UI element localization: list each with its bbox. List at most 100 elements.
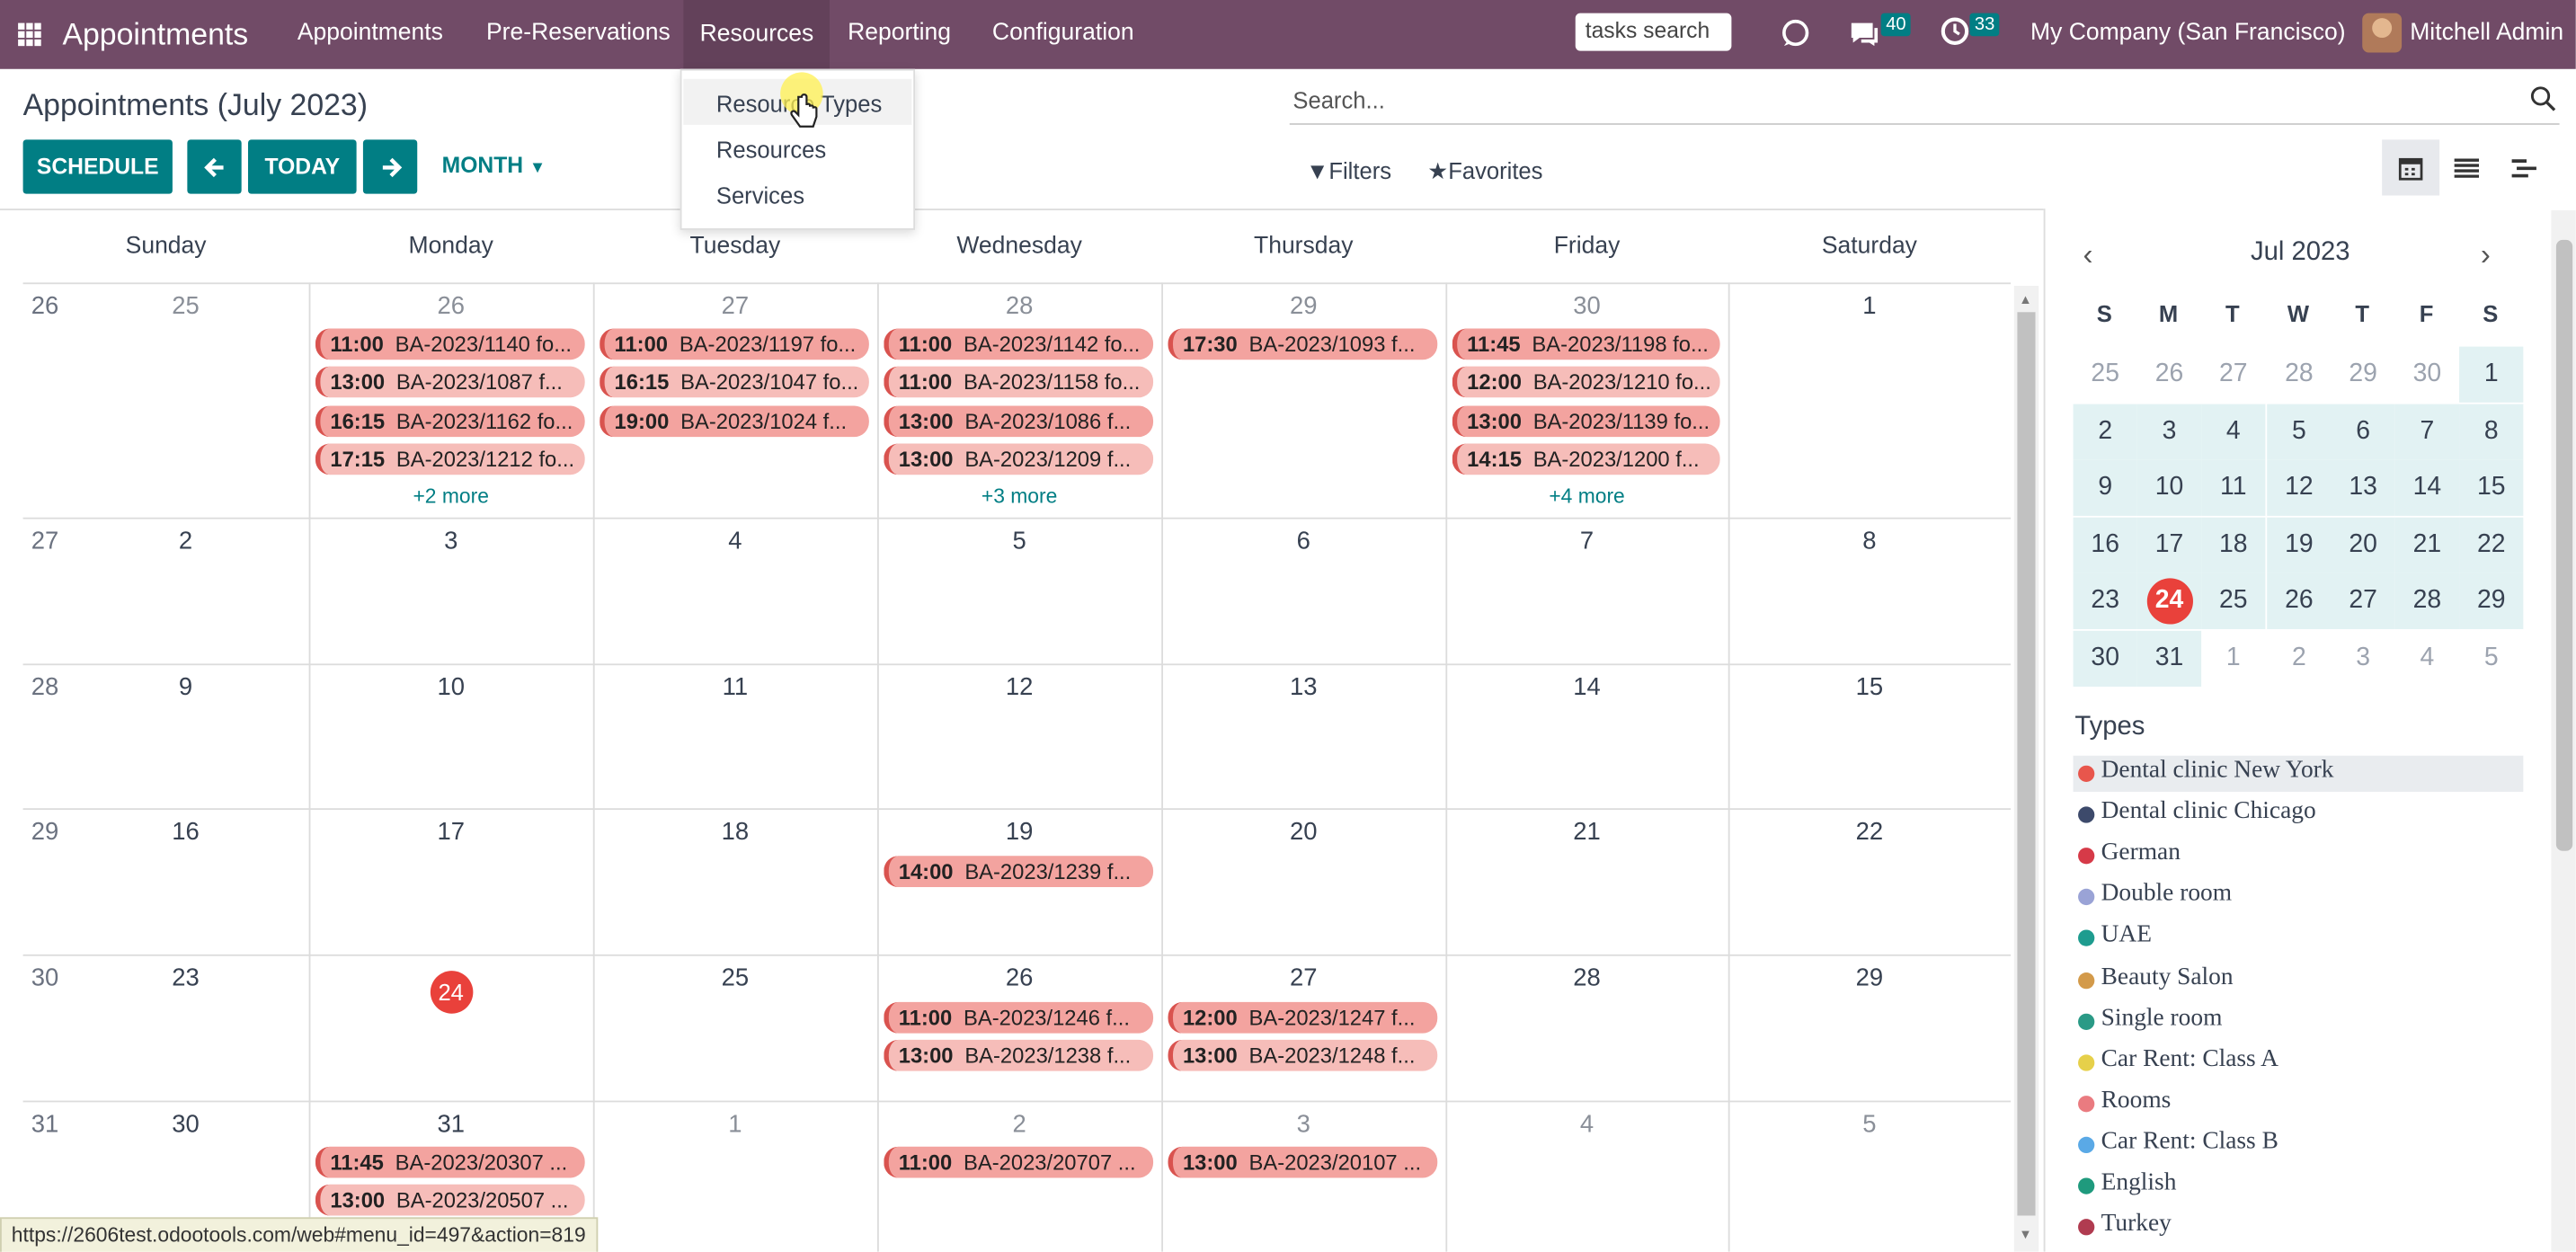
calendar-event[interactable]: 13:00 BA-2023/20507 ... [315,1185,585,1217]
mini-day[interactable]: 1 [2201,631,2265,687]
list-view-button[interactable] [2438,139,2495,195]
type-filter-item[interactable]: Single room [2074,1003,2524,1039]
mini-day[interactable]: 26 [2137,347,2201,403]
day-number[interactable]: 1 [1845,292,1895,320]
mini-day[interactable]: 2 [2073,403,2137,460]
menu-pre-reservations[interactable]: Pre-Reservations [486,20,671,46]
mini-day[interactable]: 5 [2459,631,2523,687]
day-number[interactable]: 2 [161,528,210,555]
scroll-up-arrow-icon[interactable]: ▲ [2019,292,2031,306]
calendar-view-button[interactable] [2382,139,2440,196]
mini-day[interactable]: 10 [2136,460,2202,517]
day-number[interactable]: 9 [161,673,210,701]
tasks-search-input[interactable]: tasks search [1575,13,1732,51]
calendar-event[interactable]: 11:00 BA-2023/1246 f... [884,1001,1154,1034]
scale-dropdown[interactable]: MONTH ▼ [442,153,546,177]
mini-day[interactable]: 28 [2394,573,2460,630]
mini-day[interactable]: 4 [2201,403,2266,460]
calendar-scroll-thumb[interactable] [2017,312,2036,1216]
mini-day[interactable]: 27 [2331,573,2395,630]
mini-day[interactable]: 6 [2331,403,2395,460]
more-events-link[interactable]: +4 more [1521,484,1652,508]
calendar-event[interactable]: 12:00 BA-2023/1210 fo... [1452,367,1720,398]
day-number[interactable]: 15 [1845,673,1895,701]
day-number[interactable]: 4 [710,528,759,555]
gantt-view-button[interactable] [2495,139,2553,195]
day-number[interactable]: 30 [1562,292,1612,320]
calendar-event[interactable]: 11:00 BA-2023/1142 fo... [884,328,1154,360]
search-input[interactable]: Search... [1292,87,1384,113]
favorites-toggle[interactable]: ★Favorites [1427,157,1542,185]
dropdown-item-resources[interactable]: Resources [716,137,826,163]
previous-button[interactable] [187,139,242,194]
user-avatar[interactable] [2362,13,2403,53]
mini-day[interactable]: 30 [2073,630,2137,687]
menu-appointments[interactable]: Appointments [298,20,443,46]
calendar-event[interactable]: 14:15 BA-2023/1200 f... [1452,443,1720,475]
user-menu[interactable]: Mitchell Admin [2410,20,2563,46]
mini-day[interactable]: 31 [2136,630,2202,687]
day-number[interactable]: 27 [710,292,759,320]
mini-day-today[interactable]: 24 [2136,573,2202,630]
mini-day[interactable]: 3 [2136,403,2202,460]
today-marker[interactable]: 24 [429,971,473,1014]
menu-resources[interactable]: Resources [683,0,831,69]
mini-day[interactable]: 30 [2395,347,2459,403]
calendar-event[interactable]: 11:00 BA-2023/1158 fo... [884,367,1154,398]
day-number[interactable]: 13 [1279,673,1328,701]
day-number[interactable]: 7 [1562,528,1612,555]
mini-day[interactable]: 15 [2459,460,2524,517]
calendar-event[interactable]: 11:00 BA-2023/20707 ... [884,1146,1154,1178]
mini-day[interactable]: 22 [2459,517,2524,573]
mini-day[interactable]: 23 [2073,573,2137,630]
more-events-link[interactable]: +2 more [386,484,517,508]
search-icon[interactable] [2530,85,2556,111]
day-number[interactable]: 27 [1279,964,1328,992]
next-button[interactable] [362,139,418,194]
calendar-event[interactable]: 17:30 BA-2023/1093 f... [1168,328,1438,360]
calendar-event[interactable]: 11:00 BA-2023/1140 fo... [315,328,585,360]
day-number[interactable]: 17 [426,818,475,846]
menu-reporting[interactable]: Reporting [848,20,951,46]
mini-day[interactable]: 19 [2267,517,2332,573]
day-number[interactable]: 18 [710,818,759,846]
calendar-event[interactable]: 14:00 BA-2023/1239 f... [884,856,1154,887]
search-bar[interactable] [1289,79,2560,125]
side-scroll-thumb[interactable] [2555,239,2573,851]
calendar-event[interactable]: 16:15 BA-2023/1047 fo... [600,367,869,398]
day-number[interactable]: 28 [995,292,1044,320]
mini-day[interactable]: 21 [2394,517,2460,573]
mini-next-month-icon[interactable]: › [2481,238,2491,272]
more-events-link[interactable]: +3 more [954,484,1085,508]
day-number[interactable]: 29 [1845,964,1895,992]
mini-day[interactable]: 26 [2267,573,2332,630]
voip-icon[interactable] [1779,16,1812,49]
day-number[interactable]: 3 [426,528,475,555]
mini-day[interactable]: 9 [2073,460,2137,517]
mini-day[interactable]: 12 [2267,460,2332,517]
scroll-down-arrow-icon[interactable]: ▼ [2019,1227,2031,1241]
day-number[interactable]: 31 [426,1111,475,1139]
calendar-event[interactable]: 17:15 BA-2023/1212 fo... [315,443,585,475]
day-number[interactable]: 12 [995,673,1044,701]
day-number[interactable]: 1 [710,1111,759,1139]
mini-day[interactable]: 14 [2394,460,2460,517]
day-number[interactable]: 25 [710,964,759,992]
calendar-event[interactable]: 13:00 BA-2023/1248 f... [1168,1040,1438,1072]
day-number[interactable]: 10 [426,673,475,701]
calendar-event[interactable]: 19:00 BA-2023/1024 f... [600,404,869,437]
day-number[interactable]: 16 [161,818,210,846]
day-number[interactable]: 28 [1562,964,1612,992]
mini-day[interactable]: 16 [2073,517,2137,573]
mini-day[interactable]: 4 [2395,631,2459,687]
type-filter-item[interactable]: Turkey [2074,1209,2524,1245]
day-number[interactable]: 4 [1562,1111,1612,1139]
day-number[interactable]: 8 [1845,528,1895,555]
calendar-event[interactable]: 13:00 BA-2023/1238 f... [884,1040,1154,1072]
day-number[interactable]: 14 [1562,673,1612,701]
day-number[interactable]: 6 [1279,528,1328,555]
type-filter-item[interactable]: English [2074,1168,2524,1203]
day-number[interactable]: 26 [995,964,1044,992]
calendar-event[interactable]: 11:45 BA-2023/20307 ... [315,1146,585,1178]
mini-day[interactable]: 7 [2394,403,2460,460]
